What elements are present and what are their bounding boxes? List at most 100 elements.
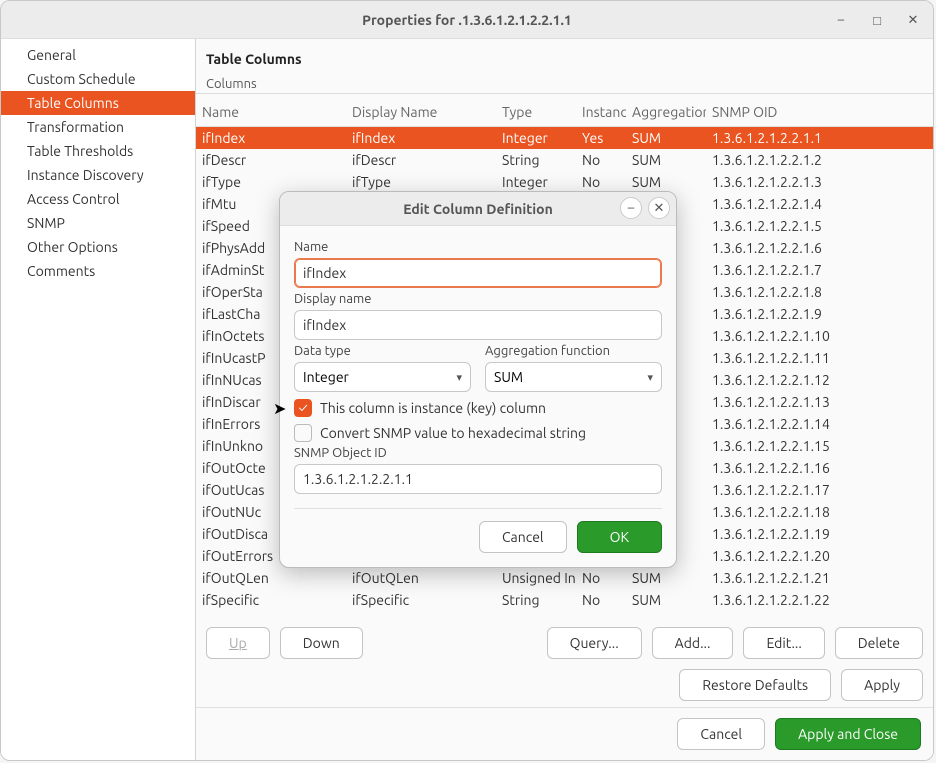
snmp-oid-label: SNMP Object ID (294, 446, 662, 460)
table-row[interactable]: ifSpecificifSpecificStringNoSUM1.3.6.1.2… (196, 589, 933, 611)
table-row[interactable]: ifOutQLenifOutQLenUnsigned InNoSUM1.3.6.… (196, 567, 933, 589)
modal-close-icon[interactable]: ✕ (648, 197, 670, 219)
data-type-select[interactable]: Integer ▾ (294, 362, 471, 392)
cell-oid: 1.3.6.1.2.1.2.2.1.16 (706, 457, 933, 479)
sidebar: GeneralCustom ScheduleTable ColumnsTrans… (1, 39, 196, 760)
cell-name: ifDescr (196, 149, 346, 171)
apply-button[interactable]: Apply (841, 669, 923, 701)
cell-oid: 1.3.6.1.2.1.2.2.1.2 (706, 149, 933, 171)
sidebar-item-access-control[interactable]: Access Control (1, 187, 195, 211)
table-row[interactable]: ifDescrifDescrStringNoSUM1.3.6.1.2.1.2.2… (196, 149, 933, 171)
cell-inst: No (576, 171, 626, 193)
cell-inst: No (576, 149, 626, 171)
hex-checkbox-row[interactable]: Convert SNMP value to hexadecimal string (294, 424, 662, 442)
cell-oid: 1.3.6.1.2.1.2.2.1.14 (706, 413, 933, 435)
apply-and-close-button[interactable]: Apply and Close (775, 718, 921, 750)
modal-body: Name Display name Data type Integer ▾ Ag… (280, 226, 676, 567)
table-buttons: Up Down Query... Add... Edit... Delete (196, 621, 933, 663)
hex-checkbox[interactable] (294, 424, 312, 442)
cell-oid: 1.3.6.1.2.1.2.2.1.22 (706, 589, 933, 611)
snmp-oid-field[interactable] (294, 464, 662, 494)
sidebar-item-custom-schedule[interactable]: Custom Schedule (1, 67, 195, 91)
modal-footer: Cancel OK (294, 508, 662, 555)
display-name-label: Display name (294, 292, 662, 306)
query-button[interactable]: Query... (547, 627, 642, 659)
cell-type: Integer (496, 171, 576, 193)
chevron-down-icon: ▾ (456, 371, 462, 384)
cell-oid: 1.3.6.1.2.1.2.2.1.15 (706, 435, 933, 457)
minimize-icon[interactable]: – (829, 8, 853, 32)
name-field[interactable] (294, 258, 662, 288)
columns-label: Columns (196, 77, 933, 94)
instance-checkbox[interactable]: ✓ (294, 399, 312, 417)
cancel-button[interactable]: Cancel (677, 718, 765, 750)
th-aggregation[interactable]: Aggregation (626, 98, 706, 127)
cell-aggr: SUM (626, 149, 706, 171)
cell-aggr: SUM (626, 589, 706, 611)
instance-checkbox-row[interactable]: ✓ This column is instance (key) column (294, 399, 662, 417)
aggregation-select[interactable]: SUM ▾ (485, 362, 662, 392)
cell-oid: 1.3.6.1.2.1.2.2.1.6 (706, 237, 933, 259)
cell-name: ifIndex (196, 127, 346, 149)
cell-oid: 1.3.6.1.2.1.2.2.1.18 (706, 501, 933, 523)
cell-oid: 1.3.6.1.2.1.2.2.1.7 (706, 259, 933, 281)
th-display[interactable]: Display Name (346, 98, 496, 127)
modal-minimize-icon[interactable]: – (620, 197, 642, 219)
main-titlebar[interactable]: Properties for .1.3.6.1.2.1.2.2.1.1 – □ … (1, 1, 933, 39)
up-button[interactable]: Up (206, 627, 270, 659)
dialog-footer: Cancel Apply and Close (196, 707, 933, 760)
cell-aggr: SUM (626, 171, 706, 193)
modal-title: Edit Column Definition (403, 201, 553, 217)
cell-oid: 1.3.6.1.2.1.2.2.1.20 (706, 545, 933, 567)
maximize-icon[interactable]: □ (865, 8, 889, 32)
th-instance[interactable]: Instanc (576, 98, 626, 127)
restore-defaults-button[interactable]: Restore Defaults (679, 669, 831, 701)
cell-oid: 1.3.6.1.2.1.2.2.1.17 (706, 479, 933, 501)
cell-oid: 1.3.6.1.2.1.2.2.1.12 (706, 369, 933, 391)
table-row[interactable]: ifIndexifIndexIntegerYesSUM1.3.6.1.2.1.2… (196, 127, 933, 149)
cell-display: ifSpecific (346, 589, 496, 611)
sidebar-item-transformation[interactable]: Transformation (1, 115, 195, 139)
cell-oid: 1.3.6.1.2.1.2.2.1.1 (706, 127, 933, 149)
cell-type: Unsigned In (496, 567, 576, 589)
add-button[interactable]: Add... (652, 627, 734, 659)
close-icon[interactable]: ✕ (901, 8, 925, 32)
display-name-field[interactable] (294, 310, 662, 340)
cell-oid: 1.3.6.1.2.1.2.2.1.11 (706, 347, 933, 369)
cell-oid: 1.3.6.1.2.1.2.2.1.10 (706, 325, 933, 347)
sidebar-item-general[interactable]: General (1, 43, 195, 67)
aggregation-value: SUM (494, 369, 523, 385)
cell-aggr: SUM (626, 127, 706, 149)
th-name[interactable]: Name (196, 98, 346, 127)
cell-display: ifOutQLen (346, 567, 496, 589)
sidebar-item-table-thresholds[interactable]: Table Thresholds (1, 139, 195, 163)
th-type[interactable]: Type (496, 98, 576, 127)
delete-button[interactable]: Delete (835, 627, 923, 659)
chevron-down-icon: ▾ (647, 371, 653, 384)
sidebar-item-other-options[interactable]: Other Options (1, 235, 195, 259)
aggregation-label: Aggregation function (485, 344, 662, 358)
instance-checkbox-label: This column is instance (key) column (320, 400, 546, 416)
cell-name: ifOutQLen (196, 567, 346, 589)
sidebar-item-comments[interactable]: Comments (1, 259, 195, 283)
cell-type: Integer (496, 127, 576, 149)
th-oid[interactable]: SNMP OID (706, 98, 933, 127)
name-label: Name (294, 240, 662, 254)
edit-button[interactable]: Edit... (743, 627, 824, 659)
modal-titlebar[interactable]: Edit Column Definition – ✕ (280, 192, 676, 226)
down-button[interactable]: Down (280, 627, 363, 659)
cell-oid: 1.3.6.1.2.1.2.2.1.13 (706, 391, 933, 413)
modal-cancel-button[interactable]: Cancel (479, 521, 567, 553)
table-row[interactable]: ifTypeifTypeIntegerNoSUM1.3.6.1.2.1.2.2.… (196, 171, 933, 193)
edit-column-dialog: Edit Column Definition – ✕ Name Display … (279, 191, 677, 568)
sidebar-item-instance-discovery[interactable]: Instance Discovery (1, 163, 195, 187)
sidebar-item-table-columns[interactable]: Table Columns (1, 91, 195, 115)
restore-row: Restore Defaults Apply (196, 663, 933, 707)
cell-display: ifIndex (346, 127, 496, 149)
hex-checkbox-label: Convert SNMP value to hexadecimal string (320, 425, 586, 441)
cell-oid: 1.3.6.1.2.1.2.2.1.9 (706, 303, 933, 325)
cell-oid: 1.3.6.1.2.1.2.2.1.8 (706, 281, 933, 303)
cell-oid: 1.3.6.1.2.1.2.2.1.19 (706, 523, 933, 545)
modal-ok-button[interactable]: OK (577, 521, 662, 553)
sidebar-item-snmp[interactable]: SNMP (1, 211, 195, 235)
